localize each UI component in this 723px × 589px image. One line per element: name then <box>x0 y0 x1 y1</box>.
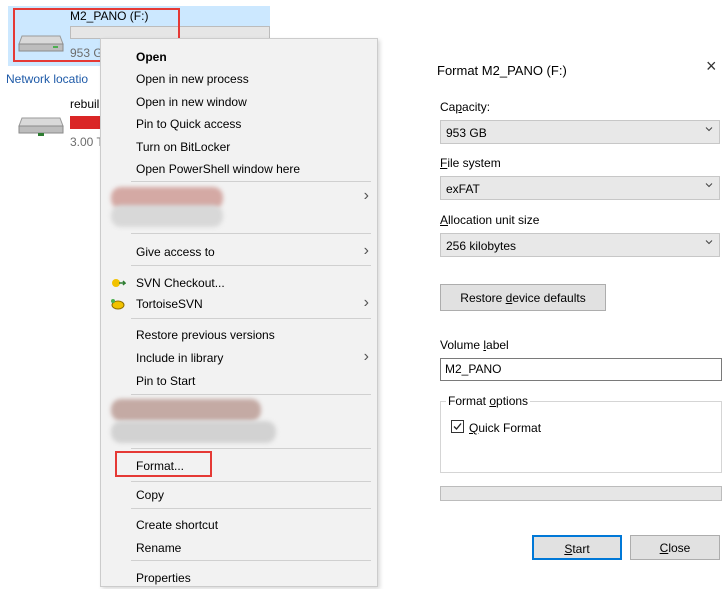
menu-item-label: SVN Checkout... <box>136 276 225 290</box>
close-button[interactable]: Close <box>630 535 720 560</box>
allocation-unit-label: Allocation unit size <box>440 213 540 227</box>
chevron-down-icon <box>705 240 713 245</box>
network-drive-icon <box>18 117 64 136</box>
redaction-blur <box>111 205 223 227</box>
menu-item-label: Pin to Start <box>136 374 196 388</box>
menu-separator <box>131 233 371 234</box>
menu-item-pin-quick-access[interactable]: Pin to Quick access <box>101 112 377 135</box>
close-button-label: Close <box>659 541 691 555</box>
redaction-blur <box>111 399 261 421</box>
menu-item-label: Copy <box>136 488 165 502</box>
quick-format-checkbox[interactable] <box>451 420 464 433</box>
menu-item-restore-versions[interactable]: Restore previous versions <box>101 323 377 346</box>
start-button-label: Start <box>564 542 590 556</box>
menu-item-powershell[interactable]: Open PowerShell window here <box>101 157 377 180</box>
drive-usage-text: 953 G <box>70 46 103 60</box>
redaction-blur <box>111 421 276 443</box>
menu-separator <box>131 481 371 482</box>
volume-label-label: Volume label <box>440 338 509 352</box>
submenu-arrow-icon: › <box>363 187 369 204</box>
file-system-select[interactable]: exFAT <box>440 176 720 200</box>
chevron-down-icon <box>705 127 713 132</box>
menu-item-open[interactable]: Open <box>101 45 377 68</box>
drive-name: rebuil <box>70 97 100 111</box>
menu-separator <box>131 560 371 561</box>
menu-separator <box>131 508 371 509</box>
restore-defaults-label: Restore device defaults <box>460 291 586 305</box>
menu-separator <box>131 318 371 319</box>
menu-item-label: Pin to Quick access <box>136 117 242 131</box>
menu-item-label: Restore previous versions <box>136 328 275 342</box>
menu-item-copy[interactable]: Copy <box>101 483 377 506</box>
start-button[interactable]: Start <box>532 535 622 560</box>
network-locations-header[interactable]: Network locatio <box>6 72 88 86</box>
menu-item-label: Open PowerShell window here <box>136 162 301 176</box>
menu-item-rename[interactable]: Rename <box>101 536 377 559</box>
svn-checkout-icon <box>112 279 126 287</box>
format-progress-bar <box>440 486 722 501</box>
quick-format-label[interactable]: Quick Format <box>469 421 541 435</box>
menu-item-include-library[interactable]: Include in library › <box>101 346 377 369</box>
menu-item-label: Turn on BitLocker <box>136 140 231 154</box>
file-system-value: exFAT <box>446 182 480 196</box>
menu-separator <box>131 394 371 395</box>
capacity-select[interactable]: 953 GB <box>440 120 720 144</box>
dialog-title: Format M2_PANO (F:) <box>437 63 567 78</box>
submenu-arrow-icon: › <box>363 348 369 365</box>
format-dialog: Format M2_PANO (F:) × Capacity: 953 GB F… <box>428 48 723 587</box>
menu-separator <box>131 265 371 266</box>
drive-usage-text: 3.00 T <box>70 135 104 149</box>
format-options-legend: Format options <box>446 394 531 408</box>
close-icon[interactable]: × <box>706 56 717 76</box>
menu-item-label: Open in new window <box>136 95 247 109</box>
menu-item-format[interactable]: Format... <box>101 454 377 477</box>
menu-item-bitlocker[interactable]: Turn on BitLocker <box>101 135 377 158</box>
submenu-arrow-icon: › <box>363 294 369 311</box>
allocation-unit-select[interactable]: 256 kilobytes <box>440 233 720 257</box>
file-system-label: File system <box>440 156 501 170</box>
submenu-arrow-icon: › <box>363 242 369 259</box>
drive-icon <box>18 35 64 52</box>
volume-label-input[interactable] <box>445 362 705 376</box>
capacity-label: Capacity: <box>440 100 491 114</box>
menu-item-redacted[interactable]: › <box>101 185 377 229</box>
menu-item-label: TortoiseSVN <box>136 297 203 311</box>
menu-item-label: Rename <box>136 541 182 555</box>
menu-separator <box>131 448 371 449</box>
menu-item-open-new-process[interactable]: Open in new process <box>101 67 377 90</box>
menu-item-label: Give access to <box>136 245 215 259</box>
menu-item-redacted[interactable] <box>101 399 377 443</box>
menu-item-open-new-window[interactable]: Open in new window <box>101 90 377 113</box>
menu-item-create-shortcut[interactable]: Create shortcut <box>101 513 377 536</box>
capacity-value: 953 GB <box>446 126 487 140</box>
volume-label-field[interactable] <box>440 358 722 381</box>
format-options-group <box>440 401 722 473</box>
menu-item-label: Create shortcut <box>136 518 219 532</box>
tortoisesvn-icon <box>111 299 125 310</box>
menu-item-properties[interactable]: Properties <box>101 566 377 589</box>
menu-item-svn-checkout[interactable]: SVN Checkout... <box>101 271 377 294</box>
menu-item-pin-start[interactable]: Pin to Start <box>101 369 377 392</box>
context-menu: Open Open in new process Open in new win… <box>100 38 378 587</box>
menu-item-tortoisesvn[interactable]: TortoiseSVN › <box>101 292 377 315</box>
chevron-down-icon <box>705 183 713 188</box>
menu-item-label: Format... <box>136 459 185 473</box>
menu-item-label: Include in library <box>136 351 224 365</box>
restore-defaults-button[interactable]: Restore device defaults <box>440 284 606 311</box>
checkmark-icon <box>453 423 462 430</box>
menu-separator <box>131 181 371 182</box>
menu-item-give-access[interactable]: Give access to › <box>101 240 377 263</box>
menu-item-label: Open in new process <box>136 72 249 86</box>
menu-item-label: Open <box>136 50 167 64</box>
menu-item-label: Properties <box>136 571 191 585</box>
allocation-unit-value: 256 kilobytes <box>446 239 517 253</box>
drive-name: M2_PANO (F:) <box>70 9 149 23</box>
